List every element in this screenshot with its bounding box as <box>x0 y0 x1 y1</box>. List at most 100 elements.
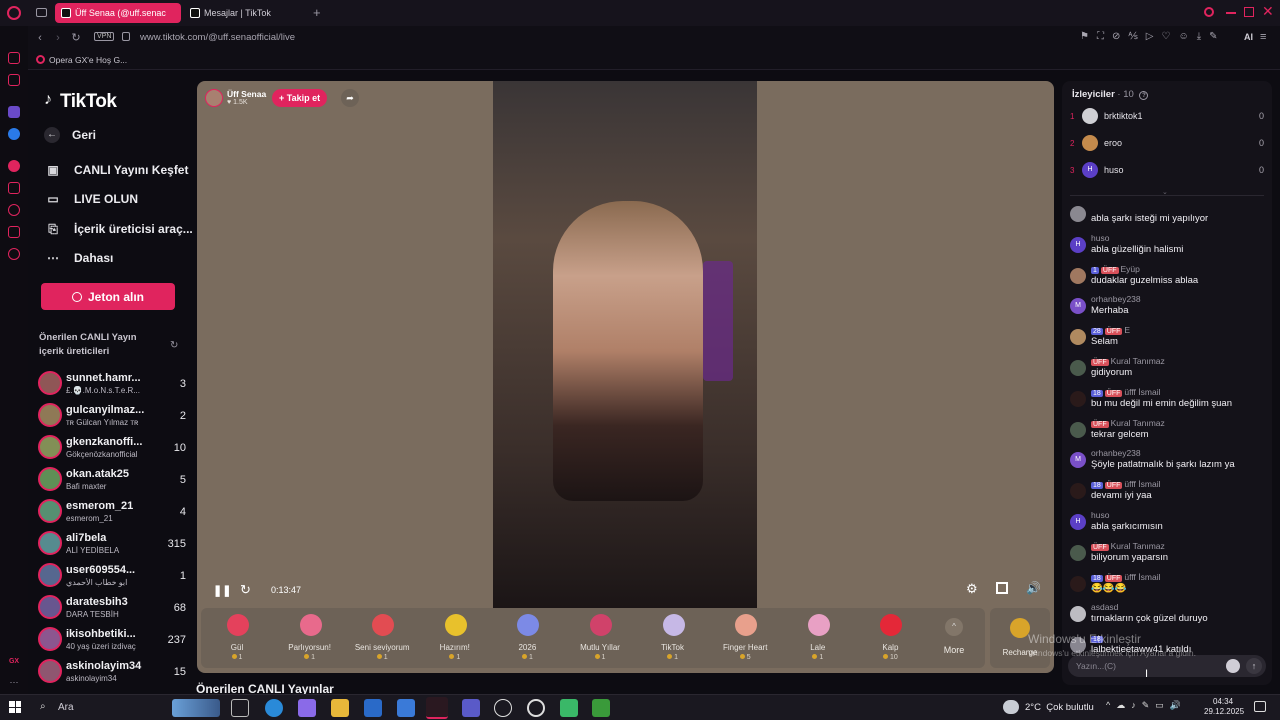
chat-input-field[interactable]: Yazın...(C) ↑ <box>1068 655 1266 677</box>
chat-message[interactable]: 18 ÜFF üfff İsmail 😂😂😂 <box>1068 572 1268 602</box>
taskbar-search[interactable]: ⌕ Ara <box>32 697 222 718</box>
tiktok-logo-icon[interactable]: ♪ <box>44 91 58 109</box>
search-icon[interactable] <box>1204 7 1214 17</box>
copilot-icon[interactable] <box>298 699 316 717</box>
teams-icon[interactable] <box>462 699 480 717</box>
chat-username[interactable]: üfff İsmail <box>1124 387 1160 397</box>
gx-icon[interactable]: GX <box>8 656 20 668</box>
more-dots-icon[interactable]: ⋯ <box>8 676 20 688</box>
list-icon[interactable] <box>8 182 20 194</box>
gift-item[interactable]: Gül 1 <box>201 608 273 668</box>
nav-more[interactable]: ⋯ Dahası <box>44 251 113 265</box>
edge-icon[interactable] <box>265 699 283 717</box>
chat-message[interactable]: 28 ÜFF E Selam <box>1068 325 1268 355</box>
store-icon[interactable] <box>397 699 415 717</box>
ai-button[interactable]: AI <box>1244 32 1253 42</box>
tiktok-logo[interactable]: TikTok <box>60 91 117 113</box>
viewer-item[interactable]: 1 brktiktok1 0 <box>1070 107 1264 127</box>
creator-item[interactable]: ali7bela ALİ YEDİBELA 315 <box>36 529 186 559</box>
creator-item[interactable]: askinolayim34 askinolayim34 15 <box>36 657 186 687</box>
chat-username[interactable]: Kural Tanımaz <box>1111 541 1165 551</box>
snapshot-icon[interactable]: ⛶ <box>1097 31 1112 42</box>
gift-item[interactable]: Finger Heart 5 <box>709 608 781 668</box>
block-icon[interactable]: ⊘ <box>1112 31 1128 42</box>
gift-item[interactable]: Kalp 10 <box>854 608 926 668</box>
download-icon[interactable]: ⤓ <box>1197 31 1209 42</box>
chrome-icon[interactable] <box>527 699 545 717</box>
gift-item[interactable]: TikTok 1 <box>637 608 709 668</box>
chat-message[interactable]: 18 ÜFF üfff İsmail devamı iyi yaa <box>1068 479 1268 509</box>
pause-icon[interactable]: ❚❚ <box>213 584 231 597</box>
chat-message[interactable]: ÜFF Kural Tanımaz biliyorum yaparsın <box>1068 541 1268 571</box>
creator-item[interactable]: gulcanyilmaz... ᴛʀ Gülcan Yılmaz ᴛʀ 2 <box>36 401 186 431</box>
viewer-item[interactable]: 3 Hhuso 0 <box>1070 161 1264 181</box>
profile-icon[interactable]: ☺ <box>1178 31 1196 42</box>
tab-live-stream[interactable]: Üff Senaa (@uff.senac <box>55 3 181 23</box>
chat-username[interactable]: orhanbey238 <box>1091 448 1141 458</box>
creator-item[interactable]: esmerom_21 esmerom_21 4 <box>36 497 186 527</box>
chat-message[interactable]: Morhanbey238 Merhaba <box>1068 294 1268 324</box>
maximize-icon[interactable] <box>1244 7 1254 17</box>
host-avatar[interactable] <box>205 89 223 107</box>
chat-username[interactable]: E <box>1124 325 1130 335</box>
tab-messages[interactable]: Mesajlar | TikTok <box>184 3 304 23</box>
play-icon[interactable]: ▷ <box>1146 31 1162 42</box>
gift-item[interactable]: Parlıyorsun! 1 <box>274 608 346 668</box>
tab-overview-icon[interactable] <box>36 8 47 17</box>
play-store-icon[interactable] <box>560 699 578 717</box>
refresh-icon[interactable]: ↻ <box>170 340 178 351</box>
chat-message[interactable]: abla şarkı isteği mi yapılıyor <box>1068 202 1268 232</box>
nav-back[interactable]: ← Geri <box>44 127 96 143</box>
creator-item[interactable]: gkenzkanoffi... Gökçenözkanofficial 10 <box>36 433 186 463</box>
notification-icon[interactable] <box>1254 701 1266 712</box>
forward-icon[interactable]: › <box>51 31 65 45</box>
creator-item[interactable]: user609554... ابو خطاب الأحمدي 1 <box>36 561 186 591</box>
refresh-stream-icon[interactable]: ↻ <box>240 582 251 598</box>
live-video-player[interactable]: Üff Senaa ♥ 1.5K + Takip et ➦ ❚❚ ↻ 0:13:… <box>197 81 1054 673</box>
bookmark-icon[interactable]: ⚑ <box>1080 31 1097 42</box>
creator-item[interactable]: sunnet.hamr... £.💀.M.o.N.s.T.e.R... 3 <box>36 369 186 399</box>
weather-text[interactable]: 2°C Çok bulutlu <box>1025 702 1094 713</box>
chat-username[interactable]: üfff İsmail <box>1124 479 1160 489</box>
clock-time[interactable]: 04:34 <box>1213 697 1233 706</box>
close-icon[interactable]: ✕ <box>1262 3 1274 20</box>
chat-username[interactable]: Kural Tanımaz <box>1111 418 1165 428</box>
opera-logo-icon[interactable] <box>7 6 21 20</box>
chat-username[interactable]: huso <box>1091 510 1109 520</box>
chat-message[interactable]: asdasd tırnakların çok güzel duruyo <box>1068 602 1268 632</box>
gift-item[interactable]: Lale 1 <box>782 608 854 668</box>
viewer-item[interactable]: 2 eroo 0 <box>1070 134 1264 154</box>
translate-icon[interactable]: ⅍ <box>1128 31 1145 42</box>
chat-username[interactable]: huso <box>1091 233 1109 243</box>
chat-message[interactable]: ÜFF Kural Tanımaz tekrar gelcem <box>1068 418 1268 448</box>
gift-item[interactable]: Mutlu Yıllar 1 <box>564 608 636 668</box>
twitch-icon[interactable] <box>8 106 20 118</box>
nav-go-live[interactable]: ▭ LIVE OLUN <box>44 192 138 206</box>
url-field[interactable]: www.tiktok.com/@uff.senaofficial/live <box>140 32 295 43</box>
creator-item[interactable]: daratesbih3 DARA TESBİH 68 <box>36 593 186 623</box>
share-icon[interactable]: ➦ <box>341 89 359 107</box>
messenger-icon[interactable] <box>8 128 20 140</box>
gift-item[interactable]: Hazırım! 1 <box>419 608 491 668</box>
tray-icons[interactable]: ^☁♪✎▭🔊 <box>1106 700 1187 711</box>
nav-explore-live[interactable]: ▣ CANLI Yayını Keşfet <box>44 163 188 177</box>
creator-item[interactable]: okan.atak25 Bafi maxter 5 <box>36 465 186 495</box>
minimize-icon[interactable] <box>1226 12 1236 14</box>
settings-icon[interactable] <box>8 248 20 260</box>
chat-username[interactable]: asdasd <box>1091 602 1118 612</box>
extensions-icon[interactable] <box>8 226 20 238</box>
new-tab-button[interactable]: + <box>313 5 321 20</box>
more-gifts-button[interactable]: ^ More <box>929 616 979 666</box>
chat-message[interactable]: 18 ÜFF üfff İsmail bu mu değil mi emin deği… <box>1068 387 1268 417</box>
chat-message[interactable]: Hhuso abla güzelliğin halismi <box>1068 233 1268 263</box>
music-icon[interactable] <box>8 160 20 172</box>
clock-date[interactable]: 29.12.2025 <box>1204 707 1244 716</box>
chat-username[interactable]: orhanbey238 <box>1091 294 1141 304</box>
send-icon[interactable]: ↑ <box>1246 658 1262 674</box>
emoji-icon[interactable] <box>1226 659 1240 673</box>
file-explorer-icon[interactable] <box>331 699 349 717</box>
settings-gear-icon[interactable]: ⚙ <box>966 581 978 597</box>
chatgpt-icon[interactable] <box>494 699 512 717</box>
gx-control-icon[interactable] <box>8 74 20 86</box>
get-coins-button[interactable]: Jeton alın <box>41 283 175 310</box>
